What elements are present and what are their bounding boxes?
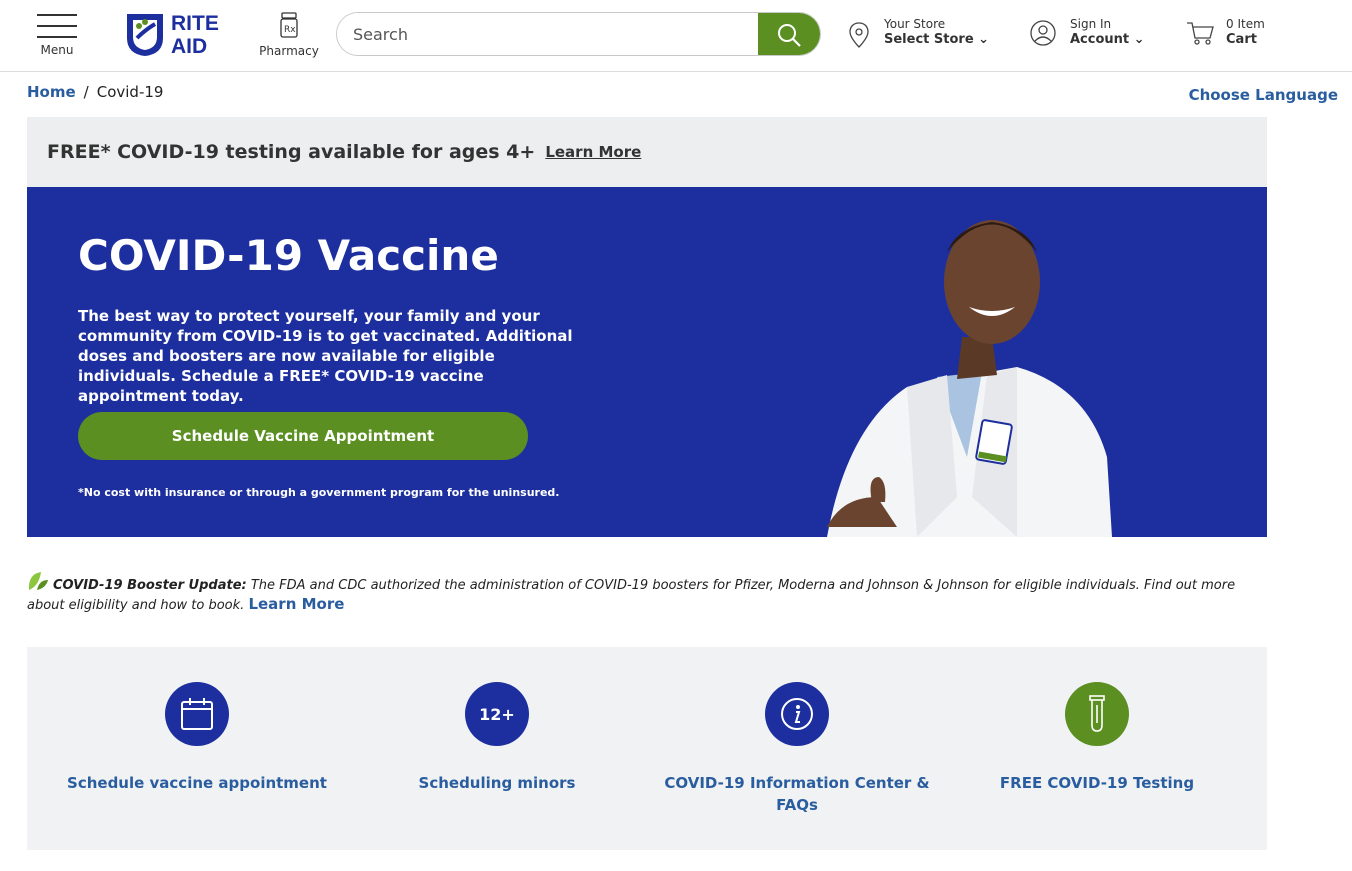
pharmacy-label: Pharmacy — [259, 44, 319, 58]
account-bottom-label: Account ⌄ — [1070, 32, 1145, 47]
testing-banner-message: FREE* COVID-19 testing available for age… — [47, 141, 536, 163]
search-icon — [778, 24, 801, 47]
calendar-icon — [165, 682, 229, 746]
choose-language-link[interactable]: Choose Language — [1189, 86, 1338, 104]
cart-count: 0 Item — [1226, 17, 1265, 31]
account-menu[interactable]: Sign In Account ⌄ — [1030, 16, 1145, 48]
chevron-down-icon: ⌄ — [978, 32, 990, 47]
hamburger-icon-bar — [37, 36, 77, 38]
chevron-down-icon: ⌄ — [1133, 32, 1145, 47]
logo-text-aid: AID — [171, 35, 207, 58]
menu-label: Menu — [40, 43, 74, 57]
pharmacy-link[interactable]: Rx Pharmacy — [256, 12, 322, 58]
cart-label: Cart — [1226, 32, 1257, 47]
pharmacist-image — [827, 220, 1112, 537]
menu-button[interactable]: Menu — [36, 12, 78, 57]
quick-links-panel: Schedule vaccine appointment 12+ Schedul… — [27, 647, 1267, 850]
leaf-icon — [28, 572, 48, 590]
breadcrumb: Home / Covid-19 — [27, 83, 163, 101]
booster-title: COVID-19 Booster Update: — [53, 578, 247, 593]
svg-text:Rx: Rx — [284, 25, 296, 35]
quick-link-info-center[interactable]: COVID-19 Information Center & FAQs — [647, 682, 947, 816]
user-icon — [1030, 20, 1056, 46]
cart-icon — [1187, 22, 1214, 45]
breadcrumb-current: Covid-19 — [96, 83, 164, 101]
testing-banner: FREE* COVID-19 testing available for age… — [27, 117, 1267, 187]
vaccine-hero: COVID-19 Vaccine The best way to protect… — [27, 187, 1267, 537]
hamburger-icon-bar — [37, 25, 77, 27]
breadcrumb-home[interactable]: Home — [27, 83, 76, 101]
store-top-label: Your Store — [884, 17, 946, 31]
age-twelve-plus-icon: 12+ — [465, 682, 529, 746]
store-bottom-label: Select Store ⌄ — [884, 32, 990, 47]
info-icon — [765, 682, 829, 746]
hamburger-icon — [37, 14, 77, 16]
search-button[interactable] — [758, 13, 820, 55]
cart-link[interactable]: 0 Item Cart — [1186, 16, 1265, 48]
search-bar — [336, 12, 821, 56]
quick-link-minors[interactable]: 12+ Scheduling minors — [347, 682, 647, 794]
quick-link-free-testing[interactable]: FREE COVID-19 Testing — [947, 682, 1247, 794]
logo-mark-icon: RITE AID — [127, 12, 219, 58]
quick-link-label: COVID-19 Information Center & FAQs — [664, 774, 930, 814]
account-top-label: Sign In — [1070, 17, 1112, 31]
store-selector[interactable]: Your Store Select Store ⌄ — [848, 16, 989, 48]
rite-aid-logo[interactable]: RITE AID — [125, 8, 233, 58]
booster-update: COVID-19 Booster Update: The FDA and CDC… — [27, 570, 1267, 615]
schedule-vaccine-button[interactable]: Schedule Vaccine Appointment — [78, 412, 528, 460]
hero-title: COVID-19 Vaccine — [78, 231, 499, 280]
test-tube-icon — [1065, 682, 1129, 746]
booster-learn-more-link[interactable]: Learn More — [248, 595, 344, 613]
testing-learn-more-link[interactable]: Learn More — [545, 143, 641, 161]
search-input[interactable] — [337, 13, 758, 55]
quick-link-label: Schedule vaccine appointment — [67, 774, 327, 792]
quick-link-label: FREE COVID-19 Testing — [999, 774, 1195, 792]
logo-text-rite: RITE — [171, 12, 219, 35]
quick-link-label: Scheduling minors — [418, 774, 576, 792]
site-header: Menu RITE AID Rx Pharmacy Search Your St… — [0, 0, 1352, 72]
prescription-bottle-icon: Rx — [280, 12, 298, 38]
location-pin-icon — [849, 22, 869, 48]
hero-body: The best way to protect yourself, your f… — [78, 307, 573, 405]
quick-link-schedule[interactable]: Schedule vaccine appointment — [47, 682, 347, 794]
breadcrumb-separator: / — [83, 83, 89, 101]
hero-footnote: *No cost with insurance or through a gov… — [78, 486, 560, 499]
